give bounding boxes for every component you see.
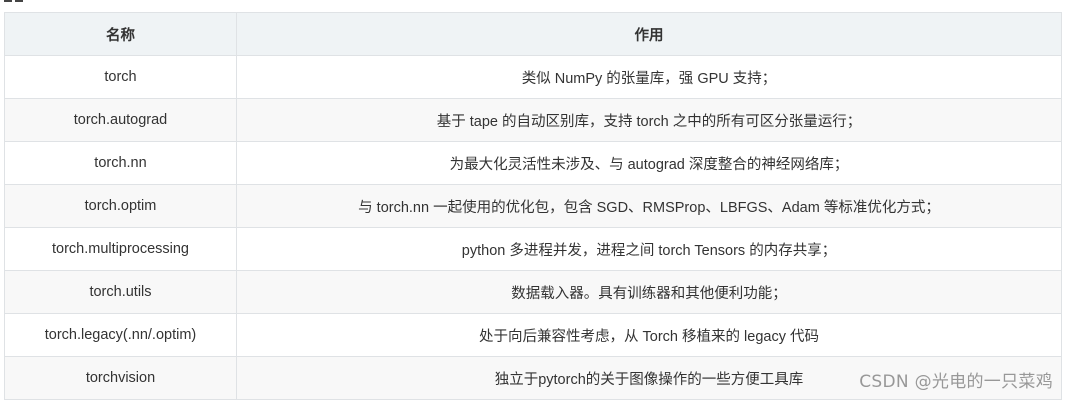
cell-module-purpose: python 多进程并发，进程之间 torch Tensors 的内存共享； bbox=[236, 227, 1062, 271]
table-header-row: 名称 作用 bbox=[4, 12, 1062, 56]
cell-module-purpose: 基于 tape 的自动区别库，支持 torch 之中的所有可区分张量运行； bbox=[236, 98, 1062, 142]
cell-module-purpose: 与 torch.nn 一起使用的优化包，包含 SGD、RMSProp、LBFGS… bbox=[236, 184, 1062, 228]
table-row: torch.nn 为最大化灵活性未涉及、与 autograd 深度整合的神经网络… bbox=[4, 141, 1062, 185]
cell-module-name: torch.utils bbox=[4, 270, 237, 314]
cell-module-purpose: 为最大化灵活性未涉及、与 autograd 深度整合的神经网络库； bbox=[236, 141, 1062, 185]
cell-module-name: torch.optim bbox=[4, 184, 237, 228]
header-purpose: 作用 bbox=[236, 12, 1062, 56]
cropped-heading-fragment bbox=[4, 0, 54, 2]
csdn-watermark: CSDN @光电的一只菜鸡 bbox=[859, 372, 1053, 392]
table-row: torch.legacy(.nn/.optim) 处于向后兼容性考虑，从 Tor… bbox=[4, 313, 1062, 357]
cell-module-name: torch.nn bbox=[4, 141, 237, 185]
table-row: torch.utils 数据载入器。具有训练器和其他便利功能； bbox=[4, 270, 1062, 314]
table-row: torch.optim 与 torch.nn 一起使用的优化包，包含 SGD、R… bbox=[4, 184, 1062, 228]
cell-module-name: torchvision bbox=[4, 356, 237, 400]
cell-module-purpose: 数据载入器。具有训练器和其他便利功能； bbox=[236, 270, 1062, 314]
cell-module-name: torch.legacy(.nn/.optim) bbox=[4, 313, 237, 357]
cell-module-name: torch.multiprocessing bbox=[4, 227, 237, 271]
cell-module-name: torch.autograd bbox=[4, 98, 237, 142]
module-table: 名称 作用 torch 类似 NumPy 的张量库，强 GPU 支持； torc… bbox=[4, 12, 1062, 400]
table-row: torch.autograd 基于 tape 的自动区别库，支持 torch 之… bbox=[4, 98, 1062, 142]
table-row: torch 类似 NumPy 的张量库，强 GPU 支持； bbox=[4, 55, 1062, 99]
table-row: torch.multiprocessing python 多进程并发，进程之间 … bbox=[4, 227, 1062, 271]
header-name: 名称 bbox=[4, 12, 237, 56]
cell-module-purpose: 类似 NumPy 的张量库，强 GPU 支持； bbox=[236, 55, 1062, 99]
cell-module-name: torch bbox=[4, 55, 237, 99]
cell-module-purpose: 处于向后兼容性考虑，从 Torch 移植来的 legacy 代码 bbox=[236, 313, 1062, 357]
